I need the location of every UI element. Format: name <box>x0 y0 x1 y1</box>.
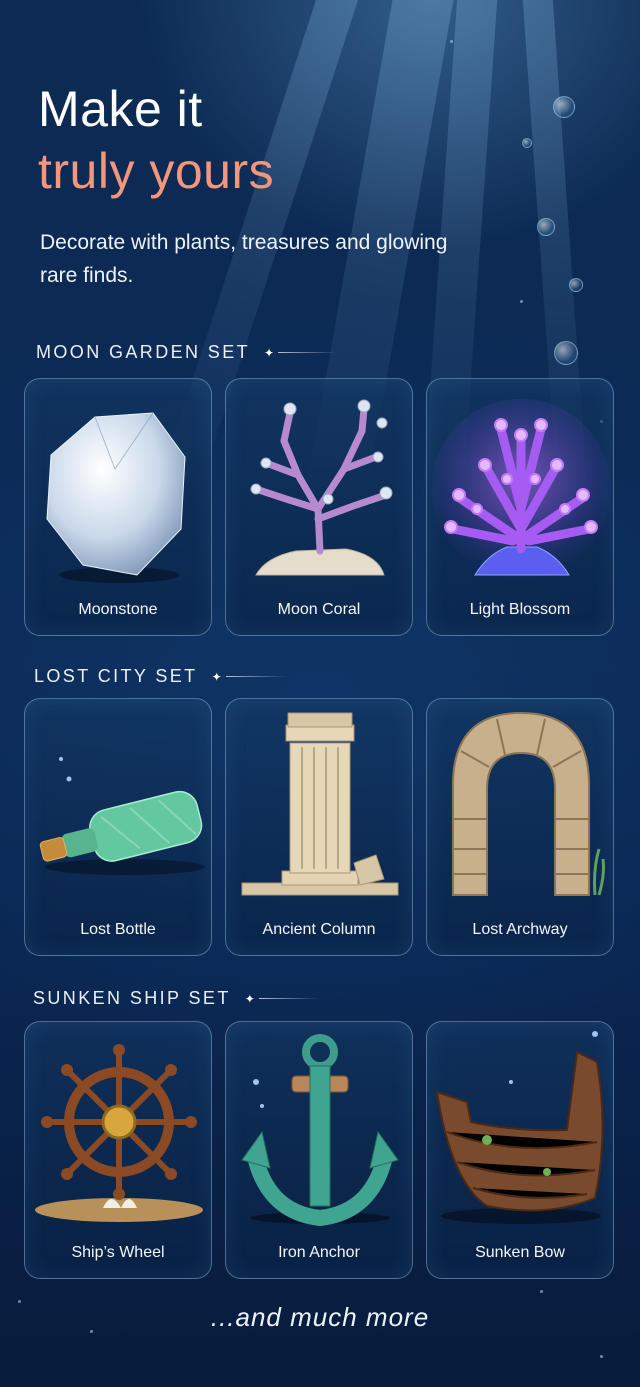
footer-more-text: ...and much more <box>210 1302 430 1332</box>
section-label: MOON GARDEN SET <box>36 342 251 362</box>
item-label: Iron Anchor <box>278 1244 360 1261</box>
hero-title: Make it truly yours <box>38 78 274 202</box>
ships-wheel-icon <box>35 1044 203 1222</box>
column-icon <box>241 712 399 896</box>
hero-title-line1: Make it <box>38 81 203 137</box>
item-card-iron-anchor[interactable]: Iron Anchor <box>225 1021 413 1279</box>
item-label: Moonstone <box>78 601 158 618</box>
sunken-bow-icon <box>435 1031 604 1224</box>
item-card-light-blossom[interactable]: Light Blossom <box>426 378 614 636</box>
item-card-moonstone[interactable]: Moonstone <box>24 378 212 636</box>
divider <box>278 352 339 353</box>
item-card-moon-coral[interactable]: Moon Coral <box>225 378 413 636</box>
moonstone-icon <box>46 412 186 583</box>
item-card-sunken-bow[interactable]: Sunken Bow <box>426 1021 614 1279</box>
hero-subtitle: Decorate with plants, treasures and glow… <box>40 231 448 287</box>
item-label: Lost Archway <box>472 921 568 938</box>
sparkle-icon: ✦ <box>264 345 275 360</box>
section-header-lost-city: LOST CITY SET ✦ <box>34 666 286 687</box>
item-label: Ship’s Wheel <box>71 1244 165 1261</box>
item-label: Lost Bottle <box>80 921 156 938</box>
item-label: Sunken Bow <box>475 1244 565 1261</box>
section-header-moon-garden: MOON GARDEN SET ✦ <box>36 342 339 363</box>
item-label: Moon Coral <box>277 601 361 618</box>
section-label: SUNKEN SHIP SET <box>33 988 231 1008</box>
section-label: LOST CITY SET <box>34 666 198 686</box>
bottle-icon <box>39 757 205 875</box>
light-blossom-icon <box>431 399 611 579</box>
item-label: Ancient Column <box>262 921 376 938</box>
hero-title-line2: truly yours <box>38 143 275 199</box>
item-card-ancient-column[interactable]: Ancient Column <box>225 698 413 956</box>
divider <box>258 998 319 999</box>
sparkle-icon: ✦ <box>211 669 222 684</box>
moon-coral-icon <box>250 399 393 576</box>
item-card-lost-bottle[interactable]: Lost Bottle <box>24 698 212 956</box>
divider <box>225 676 286 677</box>
anchor-icon <box>241 1034 399 1227</box>
archway-icon <box>452 711 605 896</box>
item-card-lost-archway[interactable]: Lost Archway <box>426 698 614 956</box>
item-label: Light Blossom <box>469 601 571 618</box>
sparkle-icon: ✦ <box>244 991 255 1006</box>
section-header-sunken-ship: SUNKEN SHIP SET ✦ <box>33 988 319 1009</box>
item-card-ships-wheel[interactable]: Ship’s Wheel <box>24 1021 212 1279</box>
